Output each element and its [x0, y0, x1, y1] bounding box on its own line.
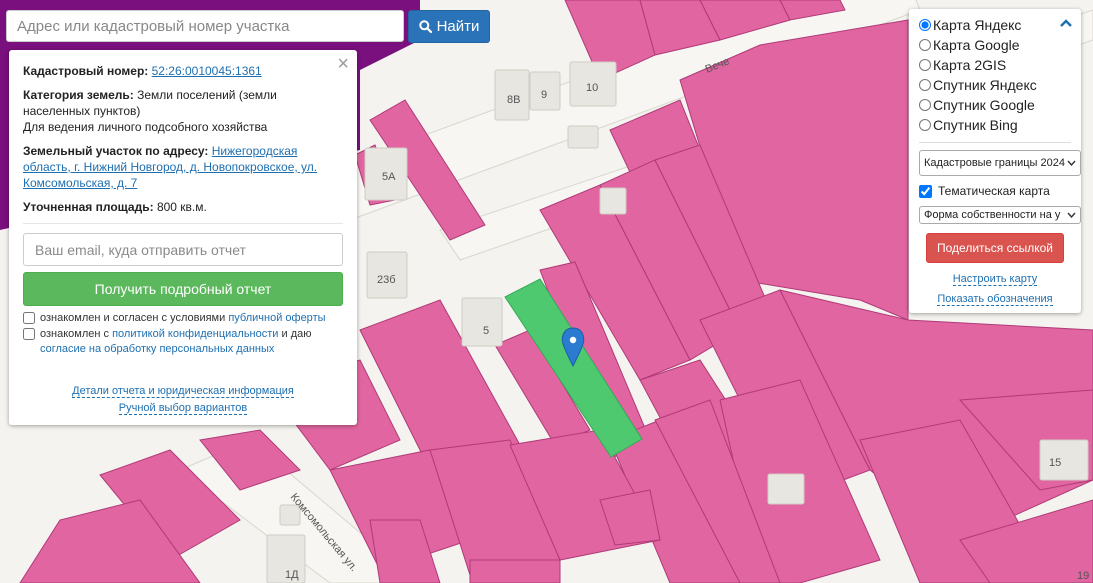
public-offer-link[interactable]: публичной оферты [228, 312, 325, 324]
area-row: Уточненная площадь: 800 кв.м. [23, 199, 343, 224]
boundaries-select[interactable]: Кадастровые границы 2024 [919, 150, 1081, 176]
search-icon [418, 20, 432, 33]
building [599, 187, 627, 215]
map-type-radio[interactable] [919, 59, 931, 71]
cadastral-row: Кадастровый номер: 52:26:0010045:1361 [23, 63, 343, 79]
map-type-label: Карта 2GIS [933, 57, 1007, 73]
house-number: 5 [483, 325, 489, 337]
map-type-option[interactable]: Карта 2GIS [919, 55, 1081, 75]
map-type-radio[interactable] [919, 99, 931, 111]
privacy-policy-link[interactable]: политикой конфиденциальности [112, 328, 278, 340]
find-button-label: Найти [436, 18, 480, 35]
email-input[interactable] [23, 233, 343, 266]
house-number: 23б [377, 274, 396, 286]
ownership-select-value: Форма собственности на у [924, 209, 1061, 221]
house-number: 10 [586, 82, 598, 94]
map-type-radio[interactable] [919, 19, 931, 31]
map-type-option[interactable]: Карта Google [919, 35, 1081, 55]
agree-privacy-mid: и даю [281, 328, 312, 340]
report-details-link[interactable]: Детали отчета и юридическая информация [72, 385, 294, 398]
map-type-label: Карта Google [933, 37, 1020, 53]
map-type-label: Спутник Google [933, 97, 1035, 113]
search-input[interactable] [6, 10, 404, 42]
map-type-label: Карта Яндекс [933, 17, 1022, 33]
building [1039, 439, 1089, 481]
map-type-list: Карта Яндекс Карта Google Карта 2GIS Спутни… [919, 15, 1081, 135]
house-number: 1Д [285, 569, 299, 581]
map-type-option[interactable]: Спутник Bing [919, 115, 1081, 135]
thematic-checkbox[interactable] [919, 184, 932, 198]
get-report-button[interactable]: Получить подробный отчет [23, 272, 343, 306]
house-number: 9 [541, 89, 547, 101]
map-type-radio[interactable] [919, 119, 931, 131]
chevron-down-icon [1067, 212, 1076, 218]
map-type-option[interactable]: Спутник Google [919, 95, 1081, 115]
bottom-links: Детали отчета и юридическая информация Р… [23, 383, 343, 417]
address-label: Земельный участок по адресу: [23, 144, 209, 158]
agree-privacy-row: ознакомлен с политикой конфиденциальност… [23, 327, 343, 357]
house-number: 8В [507, 94, 520, 106]
cadastral-number-link[interactable]: 52:26:0010045:1361 [152, 64, 262, 78]
map-type-radio[interactable] [919, 79, 931, 91]
show-legend-link[interactable]: Показать обозначения [937, 293, 1053, 306]
map-type-label: Спутник Яндекс [933, 77, 1037, 93]
parcel[interactable] [469, 559, 561, 583]
boundaries-select-value: Кадастровые границы 2024 [924, 157, 1065, 169]
category-label: Категория земель: [23, 88, 134, 102]
layers-panel: Карта Яндекс Карта Google Карта 2GIS Спутни… [909, 9, 1081, 313]
building [767, 473, 805, 505]
manual-selection-link[interactable]: Ручной выбор вариантов [118, 402, 248, 415]
category-row: Категория земель: Земли поселений (земли… [23, 87, 343, 135]
find-button[interactable]: Найти [408, 10, 490, 43]
house-number: 15 [1049, 457, 1061, 469]
thematic-row: Тематическая карта [919, 182, 1081, 200]
close-icon[interactable]: × [337, 54, 349, 74]
agree-offer-text: ознакомлен и согласен с условиями [40, 312, 226, 324]
share-link-button[interactable]: Поделиться ссылкой [926, 233, 1064, 263]
personal-data-consent-link[interactable]: согласие на обработку персональных данны… [40, 343, 274, 355]
area-label: Уточненная площадь: [23, 200, 154, 214]
map-type-radio[interactable] [919, 39, 931, 51]
configure-map-link[interactable]: Настроить карту [952, 273, 1038, 286]
ownership-select[interactable]: Форма собственности на у [919, 206, 1081, 224]
house-number: 5А [382, 171, 396, 183]
building [461, 297, 503, 347]
agree-privacy-prefix: ознакомлен с [40, 328, 110, 340]
house-number: 19 [1077, 570, 1089, 582]
parcel-info-panel: × Кадастровый номер: 52:26:0010045:1361 … [9, 50, 357, 425]
address-row: Земельный участок по адресу: Нижегородск… [23, 143, 343, 191]
map-type-option[interactable]: Спутник Яндекс [919, 75, 1081, 95]
building [567, 125, 599, 149]
privacy-checkbox[interactable] [23, 328, 35, 340]
chevron-down-icon [1067, 160, 1076, 166]
usage-value: Для ведения личного подсобного хозяйства [23, 120, 268, 134]
offer-checkbox[interactable] [23, 312, 35, 324]
chevron-up-icon[interactable] [1059, 15, 1073, 31]
thematic-label: Тематическая карта [938, 184, 1050, 198]
agree-offer-row: ознакомлен и согласен с условиями публич… [23, 311, 343, 326]
area-value: 800 кв.м. [156, 200, 207, 214]
map-type-option[interactable]: Карта Яндекс [919, 15, 1081, 35]
cadastral-label: Кадастровый номер: [23, 64, 149, 78]
map-type-label: Спутник Bing [933, 117, 1018, 133]
